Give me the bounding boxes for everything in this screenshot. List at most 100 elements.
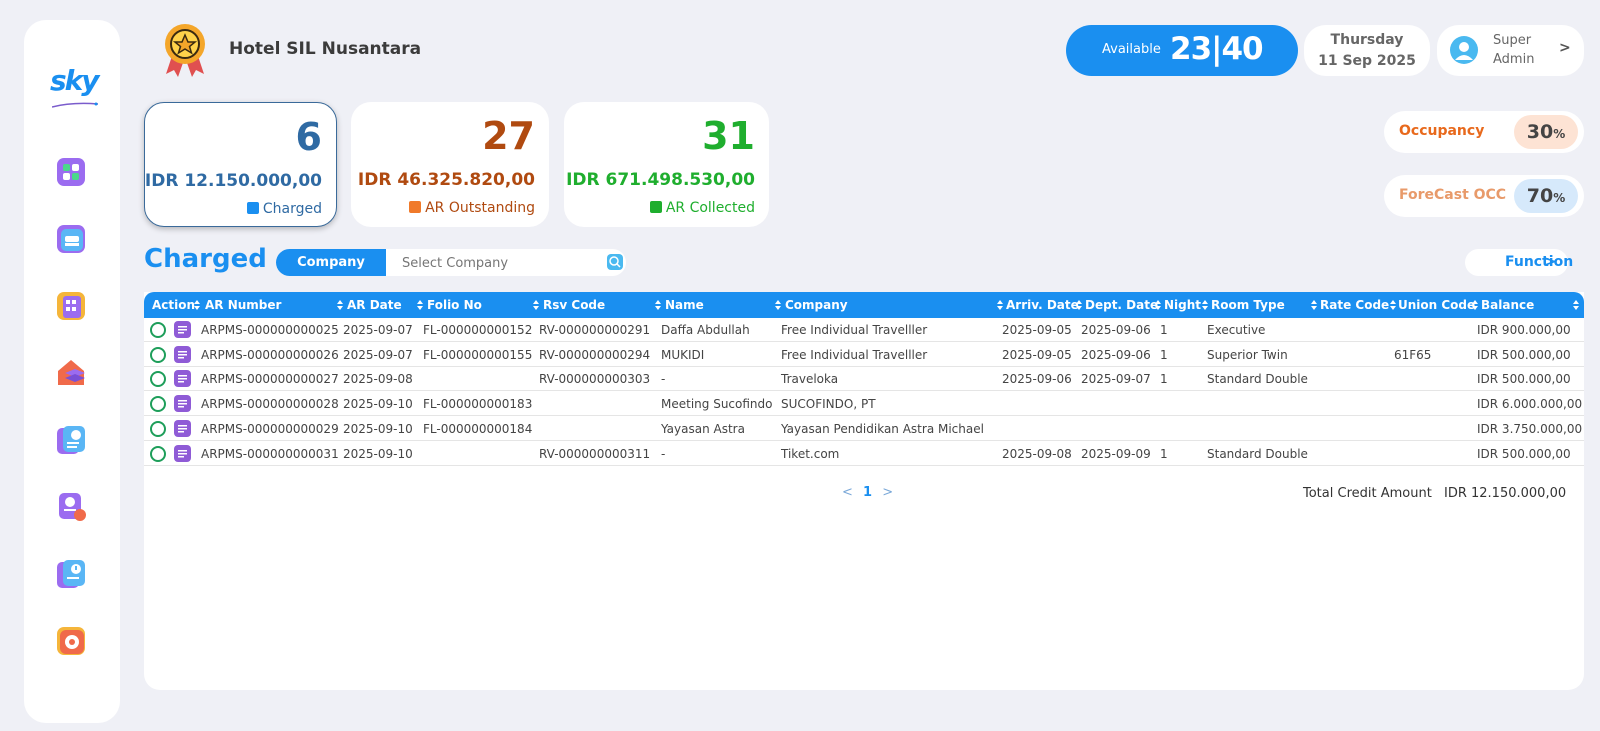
cell-room-type: Superior Twin bbox=[1207, 347, 1288, 362]
charged-card[interactable]: 6 IDR 12.150.000,00 Charged bbox=[144, 102, 337, 227]
cell-ar-date: 2025-09-10 bbox=[343, 446, 413, 461]
cell-rsv-code: RV-000000000311 bbox=[539, 446, 651, 461]
cell-ar-number: ARPMS-000000000026 bbox=[201, 347, 339, 362]
cell-ar-date: 2025-09-10 bbox=[343, 421, 413, 436]
company-select-input[interactable] bbox=[402, 256, 602, 271]
row-detail-icon[interactable] bbox=[174, 395, 191, 413]
cell-rsv-code: RV-000000000291 bbox=[539, 323, 651, 337]
col-header-departure-date[interactable]: Dept. Date bbox=[1085, 292, 1163, 318]
col-header-rsv-code[interactable]: Rsv Code bbox=[543, 292, 663, 318]
cell-folio-no: FL-000000000184 bbox=[423, 421, 533, 436]
select-row-radio[interactable] bbox=[150, 346, 166, 363]
prev-page-icon[interactable]: < bbox=[842, 485, 853, 500]
cell-ar-number: ARPMS-000000000029 bbox=[201, 421, 339, 436]
row-detail-icon[interactable] bbox=[174, 321, 191, 338]
select-row-radio[interactable] bbox=[150, 445, 166, 462]
search-icon[interactable] bbox=[607, 254, 623, 270]
sort-icon[interactable] bbox=[1390, 299, 1396, 311]
table-row[interactable]: ARPMS-000000000027 2025-09-08 RV-000000000… bbox=[144, 367, 1584, 392]
next-page-icon[interactable]: > bbox=[882, 485, 893, 500]
cell-arrival-date: 2025-09-05 bbox=[1002, 323, 1072, 337]
select-row-radio[interactable] bbox=[150, 396, 166, 413]
sort-icon[interactable] bbox=[1155, 299, 1161, 311]
col-header-label: Company bbox=[785, 298, 848, 312]
sort-icon[interactable] bbox=[1076, 299, 1082, 311]
table-row[interactable]: ARPMS-000000000025 2025-09-07 FL-000000000… bbox=[144, 318, 1584, 342]
cell-ar-date: 2025-09-07 bbox=[343, 347, 413, 362]
sort-icon[interactable] bbox=[655, 299, 661, 311]
cell-ar-number: ARPMS-000000000025 bbox=[201, 323, 339, 337]
col-header-folio-no[interactable]: Folio No bbox=[427, 292, 541, 318]
cell-name: Yayasan Astra bbox=[661, 421, 745, 436]
sort-icon[interactable] bbox=[1472, 299, 1478, 311]
alert-doc-icon[interactable] bbox=[55, 558, 87, 590]
cell-departure-date: 2025-09-06 bbox=[1081, 323, 1151, 337]
sort-icon[interactable] bbox=[1311, 299, 1317, 311]
col-header-action[interactable]: Action bbox=[152, 292, 202, 318]
sort-icon[interactable] bbox=[337, 299, 343, 311]
col-header-ar-number[interactable]: AR Number bbox=[205, 292, 345, 318]
col-header-ar-date[interactable]: AR Date bbox=[347, 292, 425, 318]
row-detail-icon[interactable] bbox=[174, 345, 191, 363]
charged-count: 6 bbox=[295, 115, 322, 159]
ar-collected-card[interactable]: 31 IDR 671.498.530,00 AR Collected bbox=[564, 102, 769, 227]
col-header-label: Rate Code bbox=[1320, 298, 1390, 312]
col-header-name[interactable]: Name bbox=[665, 292, 783, 318]
sort-icon[interactable] bbox=[1573, 299, 1579, 311]
sort-icon[interactable] bbox=[775, 299, 781, 311]
settings-icon[interactable] bbox=[55, 625, 87, 657]
cell-company: Traveloka bbox=[781, 372, 839, 387]
col-header-union-code[interactable]: Union Code bbox=[1398, 292, 1480, 318]
pagination: < 1 > bbox=[842, 485, 893, 500]
select-row-radio[interactable] bbox=[150, 420, 166, 437]
col-header-night[interactable]: Night bbox=[1164, 292, 1210, 318]
select-row-radio[interactable] bbox=[150, 322, 166, 338]
sort-icon[interactable] bbox=[1202, 299, 1208, 311]
col-header-company[interactable]: Company bbox=[785, 292, 1005, 318]
user-name: Super Admin bbox=[1493, 31, 1534, 69]
table-row[interactable]: ARPMS-000000000028 2025-09-10 FL-000000000… bbox=[144, 392, 1584, 417]
col-header-rate-code[interactable]: Rate Code bbox=[1320, 292, 1398, 318]
col-header-label: Name bbox=[665, 298, 704, 312]
sort-icon[interactable] bbox=[417, 299, 423, 311]
occupancy-label: Occupancy bbox=[1399, 123, 1485, 139]
company-filter: Company bbox=[276, 249, 626, 276]
col-header-room-type[interactable]: Room Type bbox=[1211, 292, 1319, 318]
table-row[interactable]: ARPMS-000000000029 2025-09-10 FL-000000000… bbox=[144, 417, 1584, 441]
sort-icon[interactable] bbox=[533, 299, 539, 311]
room-icon[interactable] bbox=[55, 223, 87, 255]
filter-tab-company[interactable]: Company bbox=[276, 249, 386, 276]
row-detail-icon[interactable] bbox=[174, 419, 191, 437]
function-button[interactable]: Function > bbox=[1465, 249, 1573, 276]
cell-company: Free Individual Travelller bbox=[781, 323, 928, 337]
sort-icon[interactable] bbox=[194, 299, 200, 311]
invoice-icon[interactable] bbox=[55, 424, 87, 456]
avatar bbox=[1450, 36, 1478, 64]
forecast-value-wrap: 70% bbox=[1514, 179, 1578, 213]
row-detail-icon[interactable] bbox=[174, 444, 191, 462]
select-row-radio[interactable] bbox=[150, 371, 166, 388]
dashboard-icon[interactable] bbox=[55, 156, 87, 188]
col-header-balance[interactable]: Balance bbox=[1481, 292, 1581, 318]
sort-icon[interactable] bbox=[997, 299, 1003, 311]
col-header-arrival-date[interactable]: Arriv. Date bbox=[1006, 292, 1084, 318]
table-row[interactable]: ARPMS-000000000031 2025-09-10 RV-000000000… bbox=[144, 442, 1584, 466]
user-menu[interactable]: Super Admin > bbox=[1437, 25, 1584, 76]
report-icon[interactable] bbox=[55, 491, 87, 523]
charged-label-wrap: Charged bbox=[246, 201, 322, 217]
sky-logo[interactable]: sky bbox=[50, 64, 100, 134]
forecast-label: ForeCast OCC bbox=[1399, 187, 1507, 203]
cell-room-type: Standard Double bbox=[1207, 372, 1308, 387]
table-row[interactable]: ARPMS-000000000026 2025-09-07 FL-000000000… bbox=[144, 343, 1584, 367]
total-credit-value: IDR 12.150.000,00 bbox=[1444, 486, 1567, 501]
col-header-label: Folio No bbox=[427, 298, 482, 312]
building-icon[interactable] bbox=[55, 290, 87, 322]
layers-icon[interactable] bbox=[55, 357, 87, 389]
logo-text: sky bbox=[50, 64, 100, 97]
page-number[interactable]: 1 bbox=[863, 485, 872, 500]
medal-icon bbox=[160, 22, 210, 78]
cell-rsv-code: RV-000000000303 bbox=[539, 372, 651, 387]
row-detail-icon[interactable] bbox=[174, 370, 191, 388]
ar-outstanding-card[interactable]: 27 IDR 46.325.820,00 AR Outstanding bbox=[351, 102, 549, 227]
occupancy-value-wrap: 30% bbox=[1514, 115, 1578, 149]
